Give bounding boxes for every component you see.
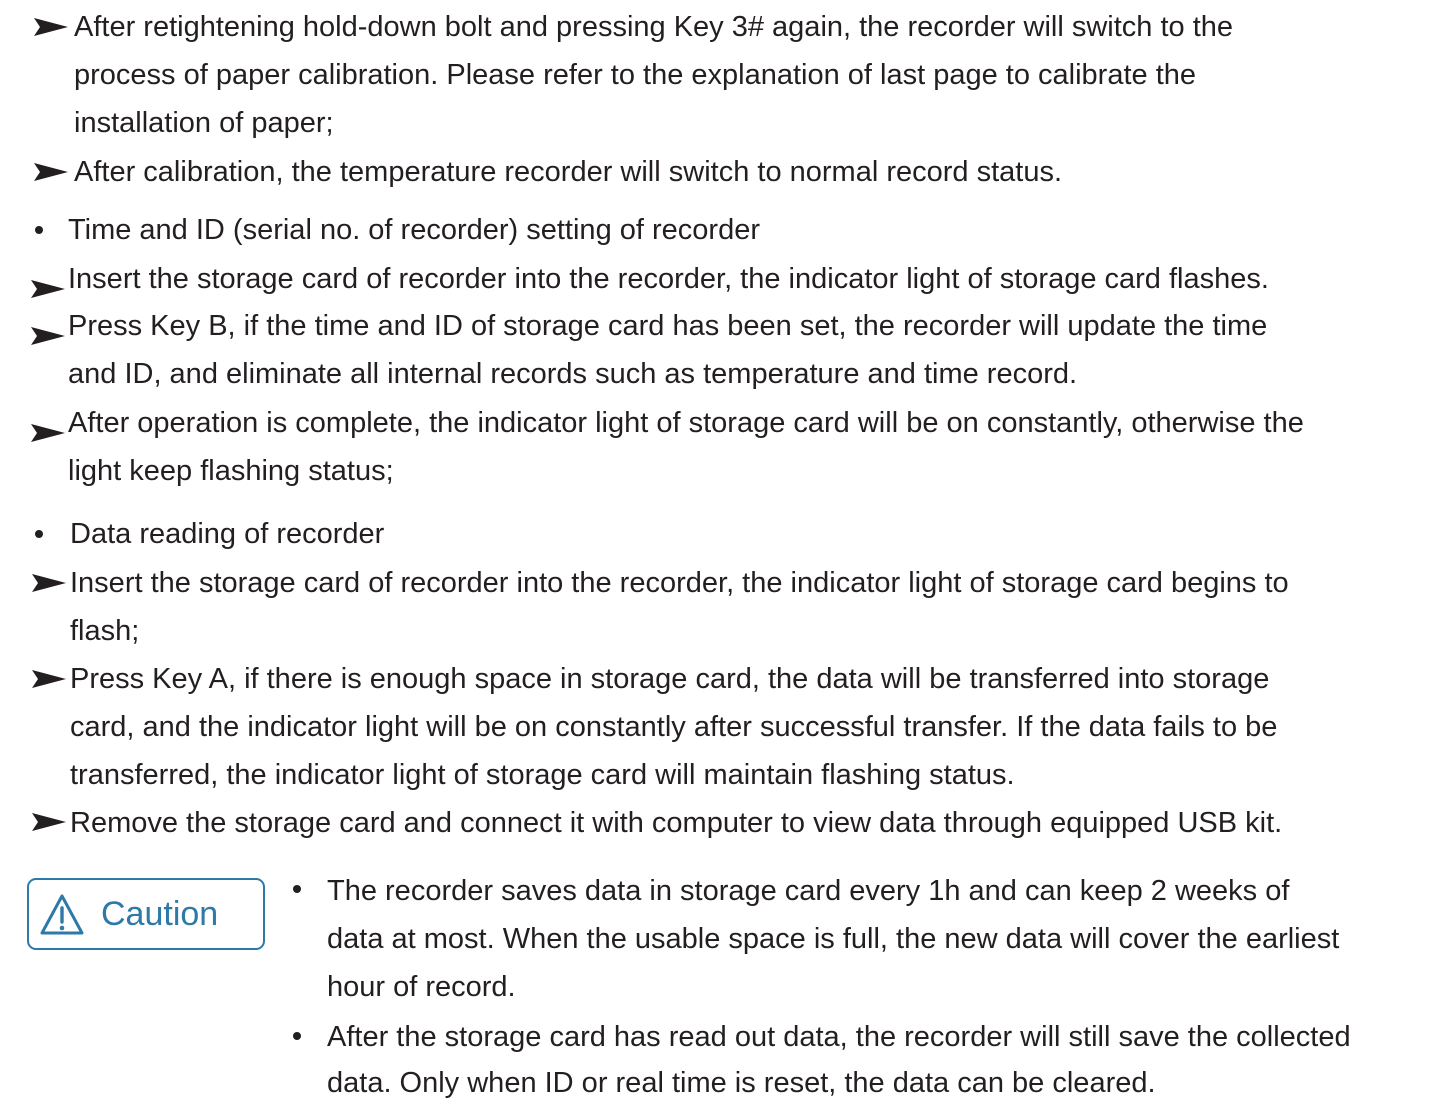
step-text: Insert the storage card of recorder into…	[70, 567, 1289, 599]
bullet-dot-icon	[35, 226, 43, 234]
arrow-bullet-icon	[31, 279, 65, 299]
step-text: light keep flashing status;	[68, 455, 394, 487]
step-text: Insert the storage card of recorder into…	[68, 263, 1269, 295]
caution-text: data. Only when ID or real time is reset…	[327, 1067, 1156, 1099]
arrow-bullet-icon	[32, 669, 66, 689]
step-text: After calibration, the temperature recor…	[74, 156, 1063, 188]
step-text: flash;	[70, 615, 140, 647]
arrow-bullet-icon	[31, 326, 65, 346]
caution-text: data at most. When the usable space is f…	[327, 923, 1340, 955]
arrow-bullet-icon	[34, 162, 68, 182]
step-text: transferred, the indicator light of stor…	[70, 759, 1015, 791]
caution-badge: Caution	[27, 878, 265, 950]
step-text: After operation is complete, the indicat…	[68, 407, 1304, 439]
step-text: Press Key B, if the time and ID of stora…	[68, 310, 1268, 342]
step-text: Remove the storage card and connect it w…	[70, 807, 1283, 839]
caution-label: Caution	[101, 895, 219, 933]
step-text: card, and the indicator light will be on…	[70, 711, 1278, 743]
bullet-dot-icon	[293, 1032, 301, 1040]
warning-triangle-icon	[39, 893, 85, 937]
arrow-bullet-icon	[32, 812, 66, 832]
step-text: installation of paper;	[74, 107, 334, 139]
step-text: Press Key A, if there is enough space in…	[70, 663, 1270, 695]
arrow-bullet-icon	[31, 423, 65, 443]
step-text: and ID, and eliminate all internal recor…	[68, 358, 1078, 390]
arrow-bullet-icon	[32, 573, 66, 593]
bullet-dot-icon	[35, 530, 43, 538]
section-heading: Time and ID (serial no. of recorder) set…	[68, 214, 760, 246]
caution-text: The recorder saves data in storage card …	[327, 875, 1290, 907]
arrow-bullet-icon	[34, 17, 68, 37]
caution-text: hour of record.	[327, 971, 516, 1003]
step-text: process of paper calibration. Please ref…	[74, 59, 1197, 91]
step-text: After retightening hold-down bolt and pr…	[74, 11, 1234, 43]
section-heading: Data reading of recorder	[70, 518, 385, 550]
caution-text: After the storage card has read out data…	[327, 1021, 1351, 1053]
bullet-dot-icon	[293, 885, 301, 893]
